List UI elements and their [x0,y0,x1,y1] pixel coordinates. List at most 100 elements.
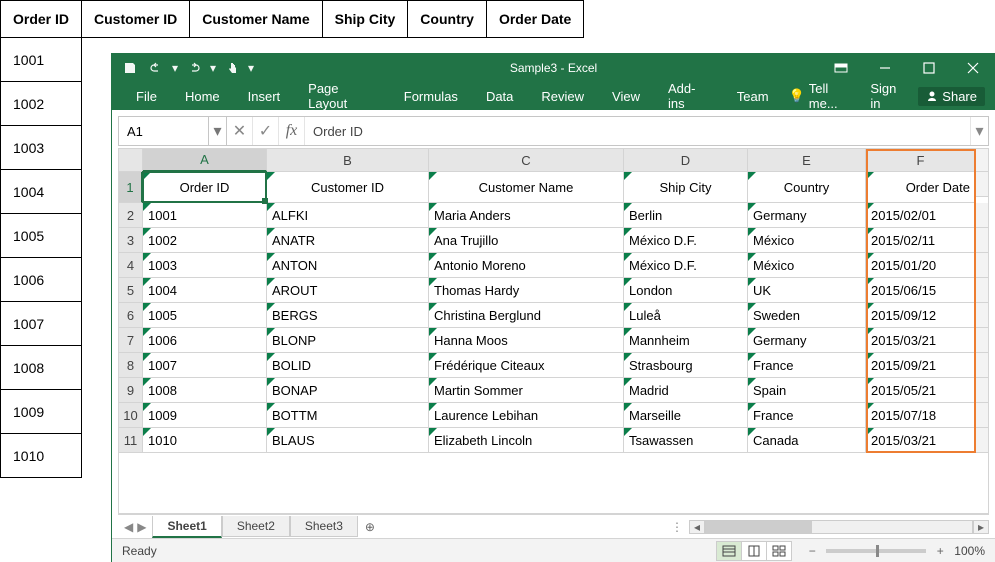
data-cell[interactable]: Germany [748,203,866,228]
row-header[interactable]: 8 [119,353,143,378]
column-header[interactable]: F [866,149,976,172]
data-cell[interactable]: Luleå [624,303,748,328]
tab-file[interactable]: File [122,82,171,110]
tab-addins[interactable]: Add-ins [654,82,723,110]
horizontal-scrollbar[interactable]: ◂ ▸ [689,519,989,535]
column-header[interactable]: D [624,149,748,172]
minimize-icon[interactable] [863,54,907,82]
data-cell[interactable]: ANTON [267,253,429,278]
spreadsheet-grid[interactable]: ABCDEF1Order IDCustomer IDCustomer NameS… [119,149,988,453]
row-header[interactable]: 3 [119,228,143,253]
expand-formula-bar-icon[interactable]: ▾ [970,117,988,145]
data-cell[interactable]: UK [748,278,866,303]
tab-home[interactable]: Home [171,82,234,110]
data-cell[interactable]: 1010 [143,428,267,453]
data-cell[interactable]: 1005 [143,303,267,328]
save-icon[interactable] [118,56,142,80]
data-cell[interactable]: Frédérique Citeaux [429,353,624,378]
tell-me-button[interactable]: 💡 Tell me... [783,81,857,111]
data-cell[interactable]: Strasbourg [624,353,748,378]
enter-formula-icon[interactable]: ✓ [253,117,279,145]
sheet-tab-3[interactable]: Sheet3 [290,516,358,537]
maximize-icon[interactable] [907,54,951,82]
column-header[interactable]: E [748,149,866,172]
column-header[interactable]: B [267,149,429,172]
formula-input[interactable]: Order ID [305,124,970,139]
scroll-right-icon[interactable]: ▸ [973,520,989,534]
header-cell[interactable]: Order ID [143,172,267,203]
scroll-track[interactable] [705,520,973,534]
data-cell[interactable]: BOTTM [267,403,429,428]
row-header[interactable]: 10 [119,403,143,428]
data-cell[interactable]: México [748,228,866,253]
data-cell[interactable]: 2015/03/21 [866,428,976,453]
ribbon-display-icon[interactable] [819,54,863,82]
data-cell[interactable]: 2015/06/15 [866,278,976,303]
add-sheet-icon[interactable]: ⊕ [358,520,382,534]
data-cell[interactable]: BONAP [267,378,429,403]
tab-team[interactable]: Team [723,82,783,110]
data-cell[interactable]: BLONP [267,328,429,353]
row-header[interactable]: 9 [119,378,143,403]
data-cell[interactable]: México D.F. [624,253,748,278]
header-cell[interactable]: Country [748,172,866,203]
data-cell[interactable]: France [748,353,866,378]
qat-customize-icon[interactable]: ▾ [246,56,256,80]
data-cell[interactable]: 2015/02/11 [866,228,976,253]
header-cell[interactable]: Customer ID [267,172,429,203]
cancel-formula-icon[interactable]: ✕ [227,117,253,145]
page-break-view-icon[interactable] [766,541,792,561]
data-cell[interactable]: 2015/03/21 [866,328,976,353]
data-cell[interactable]: Thomas Hardy [429,278,624,303]
data-cell[interactable]: ALFKI [267,203,429,228]
data-cell[interactable]: Germany [748,328,866,353]
data-cell[interactable]: Madrid [624,378,748,403]
close-icon[interactable] [951,54,995,82]
data-cell[interactable]: 1007 [143,353,267,378]
data-cell[interactable]: 1002 [143,228,267,253]
data-cell[interactable]: México D.F. [624,228,748,253]
split-handle-icon[interactable]: ⋮ [665,520,689,534]
row-header[interactable]: 4 [119,253,143,278]
data-cell[interactable]: 2015/09/21 [866,353,976,378]
tab-review[interactable]: Review [527,82,598,110]
zoom-out-icon[interactable]: − [804,544,820,558]
data-cell[interactable]: AROUT [267,278,429,303]
data-cell[interactable]: Martin Sommer [429,378,624,403]
touch-mode-icon[interactable] [220,56,244,80]
data-cell[interactable]: 2015/01/20 [866,253,976,278]
data-cell[interactable]: 2015/07/18 [866,403,976,428]
row-header[interactable]: 11 [119,428,143,453]
data-cell[interactable]: Antonio Moreno [429,253,624,278]
data-cell[interactable]: Christina Berglund [429,303,624,328]
tab-page-layout[interactable]: Page Layout [294,82,390,110]
select-all-corner[interactable] [119,149,143,172]
page-layout-view-icon[interactable] [741,541,767,561]
data-cell[interactable]: BLAUS [267,428,429,453]
data-cell[interactable]: Elizabeth Lincoln [429,428,624,453]
data-cell[interactable]: BOLID [267,353,429,378]
zoom-in-icon[interactable]: + [932,544,948,558]
data-cell[interactable]: Berlin [624,203,748,228]
share-button[interactable]: Share [918,87,985,106]
sheet-tab-2[interactable]: Sheet2 [222,516,290,537]
data-cell[interactable]: 1004 [143,278,267,303]
scroll-thumb[interactable] [706,521,812,533]
data-cell[interactable]: Laurence Lebihan [429,403,624,428]
data-cell[interactable]: France [748,403,866,428]
data-cell[interactable]: Ana Trujillo [429,228,624,253]
data-cell[interactable]: Marseille [624,403,748,428]
data-cell[interactable]: ANATR [267,228,429,253]
row-header[interactable]: 5 [119,278,143,303]
column-header[interactable]: A [143,149,267,172]
tab-data[interactable]: Data [472,82,527,110]
data-cell[interactable]: 2015/05/21 [866,378,976,403]
data-cell[interactable]: Tsawassen [624,428,748,453]
sheet-nav-prev-icon[interactable]: ◀ [124,520,133,534]
sheet-nav[interactable]: ◀ ▶ [118,520,152,534]
data-cell[interactable]: 2015/02/01 [866,203,976,228]
name-box-dropdown-icon[interactable]: ▾ [209,117,227,145]
data-cell[interactable]: Hanna Moos [429,328,624,353]
tab-view[interactable]: View [598,82,654,110]
row-header[interactable]: 6 [119,303,143,328]
